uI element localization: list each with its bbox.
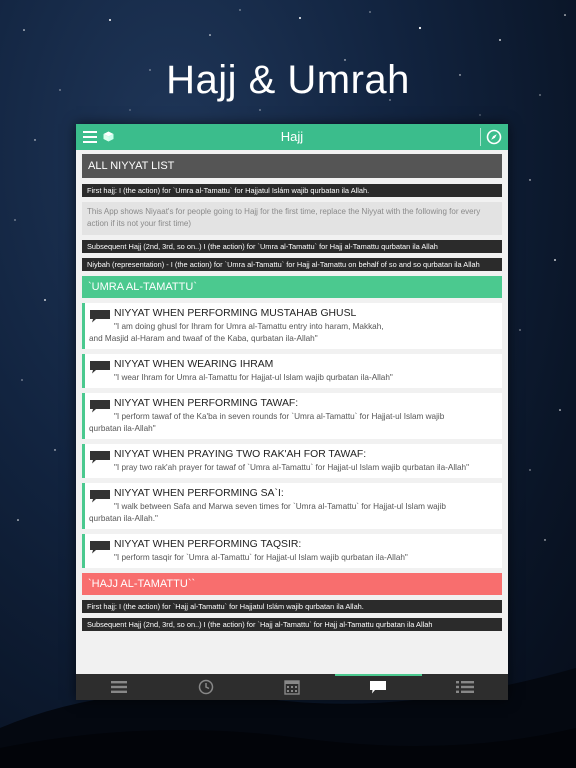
- tab-calendar[interactable]: [249, 674, 335, 700]
- niyyat-list[interactable]: ALL NIYYAT LIST First hajj: I (the actio…: [76, 150, 508, 674]
- card-title: NIYYAT WHEN PRAYING TWO RAK'AH FOR TAWAF…: [114, 449, 367, 460]
- app-bar: Hajj: [76, 124, 508, 150]
- card-title: NIYYAT WHEN PERFORMING SA`I:: [114, 488, 284, 499]
- card-title: NIYYAT WHEN PERFORMING MUSTAHAB GHUSL: [114, 308, 357, 319]
- speech-bubble-icon: [90, 361, 110, 374]
- section-header-umra[interactable]: `UMRA AL-TAMATTU`: [82, 276, 502, 298]
- card-text-continued: qurbatan ila-Allah.": [89, 514, 158, 523]
- bullet-list-icon: [455, 681, 474, 693]
- card-text: "I pray two rak'ah prayer for tawaf of `…: [114, 463, 470, 472]
- tab-menu[interactable]: [76, 674, 162, 700]
- tab-clock[interactable]: [162, 674, 248, 700]
- card-text: "I perform tasqir for `Umra al-Tamattu` …: [114, 553, 408, 562]
- speech-bubble-icon: [90, 451, 110, 464]
- card-title: NIYYAT WHEN PERFORMING TAQSIR:: [114, 539, 302, 550]
- niyyat-card-ihram[interactable]: NIYYAT WHEN WEARING IHRAM "I wear Ihram …: [82, 354, 502, 388]
- section-header-all-niyyat[interactable]: ALL NIYYAT LIST: [82, 154, 502, 178]
- appbar-divider: [480, 128, 481, 146]
- tab-checklist[interactable]: [422, 674, 508, 700]
- list-icon: [111, 681, 128, 693]
- hajj-first-strip: First hajj: I (the action) for `Hajj al-…: [82, 600, 502, 613]
- section-header-hajj[interactable]: `HAJJ AL-TAMATTU``: [82, 573, 502, 595]
- niyyat-card-two-rakah[interactable]: NIYYAT WHEN PRAYING TWO RAK'AH FOR TAWAF…: [82, 444, 502, 478]
- headline-title: Hajj & Umrah: [166, 58, 410, 102]
- tab-niyyat[interactable]: [335, 674, 423, 700]
- app-window: Hajj ALL NIYYAT LIST First hajj: I (the …: [76, 124, 508, 700]
- card-text-continued: and Masjid al-Haram and twaaf of the Kab…: [89, 334, 318, 343]
- niyyat-card-sai[interactable]: NIYYAT WHEN PERFORMING SA`I: "I walk bet…: [82, 483, 502, 529]
- niyyat-card-taqsir[interactable]: NIYYAT WHEN PERFORMING TAQSIR: "I perfor…: [82, 534, 502, 568]
- card-text: "I perform tawaf of the Ka'ba in seven r…: [114, 412, 445, 421]
- bottom-tab-bar: [76, 674, 508, 700]
- card-text-continued: qurbatan ila-Allah": [89, 424, 156, 433]
- speech-bubble-icon: [90, 541, 110, 554]
- subsequent-hajj-strip: Subsequent Hajj (2nd, 3rd, so on..) I (t…: [82, 240, 502, 253]
- first-hajj-strip: First hajj: I (the action) for `Umra al-…: [82, 184, 502, 197]
- card-text: "I wear Ihram for Umra al-Tamattu for Ha…: [114, 373, 393, 382]
- speech-bubble-icon: [90, 310, 110, 323]
- app-title: Hajj: [280, 129, 304, 144]
- card-title: NIYYAT WHEN WEARING IHRAM: [114, 359, 274, 370]
- niyyat-card-tawaf[interactable]: NIYYAT WHEN PERFORMING TAWAF: "I perform…: [82, 393, 502, 439]
- calendar-icon: [284, 680, 300, 695]
- compass-icon[interactable]: [486, 129, 502, 145]
- card-text: "I walk between Safa and Marwa seven tim…: [114, 502, 446, 511]
- card-title: NIYYAT WHEN PERFORMING TAWAF:: [114, 398, 299, 409]
- chat-bubble-icon: [370, 681, 387, 694]
- speech-bubble-icon: [90, 490, 110, 503]
- card-text: "I am doing ghusl for Ihram for Umra al-…: [114, 322, 384, 331]
- clock-icon: [198, 679, 213, 695]
- info-note: This App shows Niyaat's for people going…: [82, 202, 502, 235]
- niyyat-card-ghusl[interactable]: NIYYAT WHEN PERFORMING MUSTAHAB GHUSL "I…: [82, 303, 502, 349]
- speech-bubble-icon: [90, 400, 110, 413]
- niybah-strip: Niybah (representation) - I (the action)…: [82, 258, 502, 271]
- hajj-subsequent-strip: Subsequent Hajj (2nd, 3rd, so on..) I (t…: [82, 618, 502, 631]
